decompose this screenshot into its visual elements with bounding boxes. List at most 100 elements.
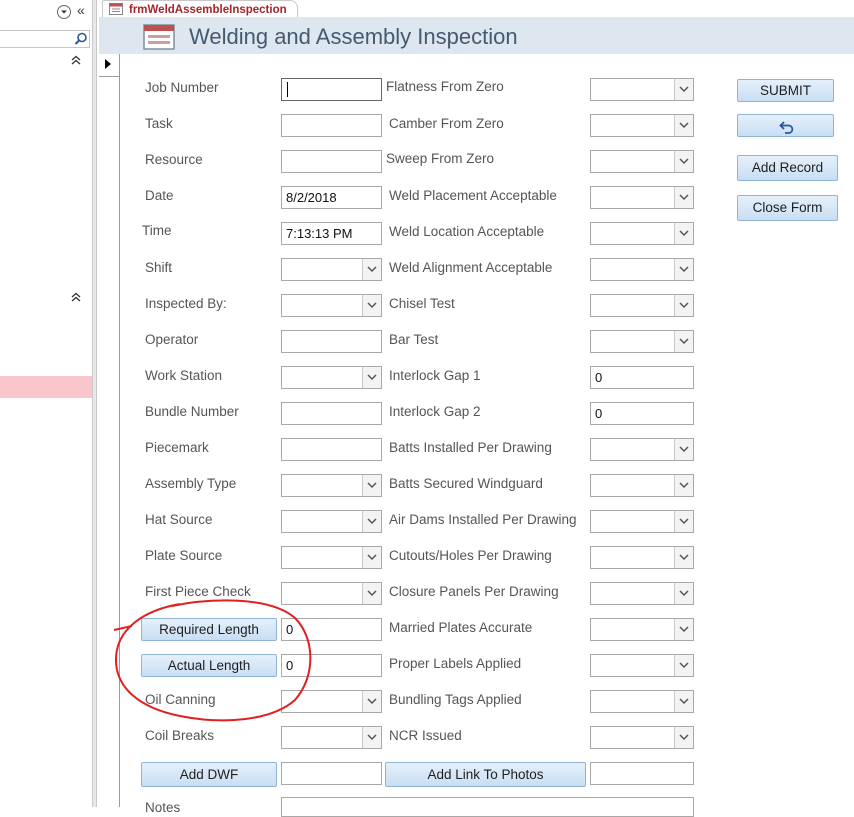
ncr-issued-combo[interactable] <box>590 726 694 749</box>
add-record-button[interactable]: Add Record <box>737 155 838 181</box>
weld-alignment-acceptable-combo[interactable] <box>590 258 694 281</box>
proper-labels-combo[interactable] <box>590 654 694 677</box>
chevron-down-icon[interactable] <box>674 727 693 748</box>
label-plate-source: Plate Source <box>145 548 223 563</box>
nav-pane-splitter[interactable] <box>92 0 97 807</box>
actual-length-field[interactable]: 0 <box>281 654 382 677</box>
photos-link-field[interactable] <box>590 762 694 785</box>
coil-breaks-combo[interactable] <box>281 726 382 749</box>
chevron-down-icon[interactable] <box>674 439 693 460</box>
text-cursor <box>287 82 288 97</box>
label-resource: Resource <box>145 152 203 167</box>
chevron-down-icon[interactable] <box>674 295 693 316</box>
bundling-tags-combo[interactable] <box>590 690 694 713</box>
chevron-down-icon[interactable] <box>362 295 381 316</box>
collapse-group-icon[interactable] <box>71 53 81 68</box>
label-first-piece-check: First Piece Check <box>145 584 251 599</box>
chevron-down-icon[interactable] <box>674 691 693 712</box>
job-number-field[interactable] <box>281 78 382 101</box>
chevron-down-icon[interactable] <box>362 511 381 532</box>
chevron-down-icon[interactable] <box>362 547 381 568</box>
chevron-down-icon[interactable] <box>674 655 693 676</box>
chevron-down-icon[interactable] <box>674 547 693 568</box>
label-closure-panels: Closure Panels Per Drawing <box>389 584 559 599</box>
chevron-down-icon[interactable] <box>674 511 693 532</box>
actual-length-button[interactable]: Actual Length <box>141 654 277 677</box>
notes-field[interactable] <box>281 797 694 817</box>
chevron-down-icon[interactable] <box>362 691 381 712</box>
camber-from-zero-combo[interactable] <box>590 114 694 137</box>
label-air-dams-installed: Air Dams Installed Per Drawing <box>389 512 577 527</box>
operator-field[interactable] <box>281 330 382 353</box>
chevron-down-icon[interactable] <box>674 223 693 244</box>
label-batts-installed-per-drawing: Batts Installed Per Drawing <box>389 440 552 455</box>
label-ncr-issued: NCR Issued <box>389 728 462 743</box>
record-selector[interactable] <box>99 54 119 77</box>
oil-canning-combo[interactable] <box>281 690 382 713</box>
chevron-down-icon[interactable] <box>362 259 381 280</box>
collapse-group-icon[interactable] <box>71 290 81 305</box>
chevron-down-icon[interactable] <box>674 187 693 208</box>
inspected-by-combo[interactable] <box>281 294 382 317</box>
batts-installed-combo[interactable] <box>590 438 694 461</box>
close-form-button[interactable]: Close Form <box>737 195 838 221</box>
interlock-gap-2-field[interactable]: 0 <box>590 402 694 425</box>
chevron-down-icon[interactable] <box>674 151 693 172</box>
chevron-down-icon[interactable] <box>674 619 693 640</box>
label-batts-secured-windguard: Batts Secured Windguard <box>389 476 543 491</box>
chevron-down-icon[interactable] <box>362 475 381 496</box>
label-interlock-gap-1: Interlock Gap 1 <box>389 368 481 383</box>
married-plates-combo[interactable] <box>590 618 694 641</box>
search-icon[interactable] <box>74 32 88 49</box>
required-length-field[interactable]: 0 <box>281 618 382 641</box>
chevron-down-icon[interactable] <box>674 259 693 280</box>
work-station-combo[interactable] <box>281 366 382 389</box>
label-sweep-from-zero: Sweep From Zero <box>386 151 495 166</box>
chevron-down-icon[interactable] <box>674 79 693 100</box>
nav-selected-item[interactable] <box>0 376 92 398</box>
interlock-gap-1-field[interactable]: 0 <box>590 366 694 389</box>
chevron-down-icon[interactable] <box>362 583 381 604</box>
resource-field[interactable] <box>281 150 382 173</box>
piecemark-field[interactable] <box>281 438 382 461</box>
first-piece-check-combo[interactable] <box>281 582 382 605</box>
required-length-button[interactable]: Required Length <box>141 618 277 641</box>
chevron-down-icon[interactable] <box>362 367 381 388</box>
assembly-type-combo[interactable] <box>281 474 382 497</box>
record-selector-bar <box>99 54 120 807</box>
chevron-down-icon[interactable] <box>362 727 381 748</box>
chevron-down-icon[interactable] <box>674 331 693 352</box>
nav-menu-dropdown-icon[interactable] <box>57 5 71 19</box>
plate-source-combo[interactable] <box>281 546 382 569</box>
bar-test-combo[interactable] <box>590 330 694 353</box>
chevron-down-icon[interactable] <box>674 583 693 604</box>
form-logo-icon <box>143 24 175 53</box>
weld-placement-acceptable-combo[interactable] <box>590 186 694 209</box>
cutouts-holes-combo[interactable] <box>590 546 694 569</box>
submit-button[interactable]: SUBMIT <box>737 79 834 102</box>
task-field[interactable] <box>281 114 382 137</box>
tab-frmWeldAssembleInspection[interactable]: frmWeldAssembleInspection <box>102 0 298 17</box>
chevron-down-icon[interactable] <box>674 475 693 496</box>
chisel-test-combo[interactable] <box>590 294 694 317</box>
chevron-down-icon[interactable] <box>674 115 693 136</box>
add-dwf-button[interactable]: Add DWF <box>141 762 277 787</box>
flatness-from-zero-combo[interactable] <box>590 78 694 101</box>
weld-location-acceptable-combo[interactable] <box>590 222 694 245</box>
date-field[interactable]: 8/2/2018 <box>281 186 382 209</box>
time-field[interactable]: 7:13:13 PM <box>281 222 382 245</box>
add-link-to-photos-button[interactable]: Add Link To Photos <box>385 762 586 787</box>
shift-combo[interactable] <box>281 258 382 281</box>
label-weld-alignment-acceptable: Weld Alignment Acceptable <box>389 260 553 275</box>
label-chisel-test: Chisel Test <box>389 296 455 311</box>
shutter-bar-collapse-icon[interactable]: « <box>77 2 85 18</box>
sweep-from-zero-combo[interactable] <box>590 150 694 173</box>
closure-panels-combo[interactable] <box>590 582 694 605</box>
undo-button[interactable] <box>737 114 834 137</box>
bundle-number-field[interactable] <box>281 402 382 425</box>
hat-source-combo[interactable] <box>281 510 382 533</box>
air-dams-combo[interactable] <box>590 510 694 533</box>
tab-label: frmWeldAssembleInspection <box>129 4 287 16</box>
batts-secured-combo[interactable] <box>590 474 694 497</box>
dwf-field[interactable] <box>281 762 382 785</box>
